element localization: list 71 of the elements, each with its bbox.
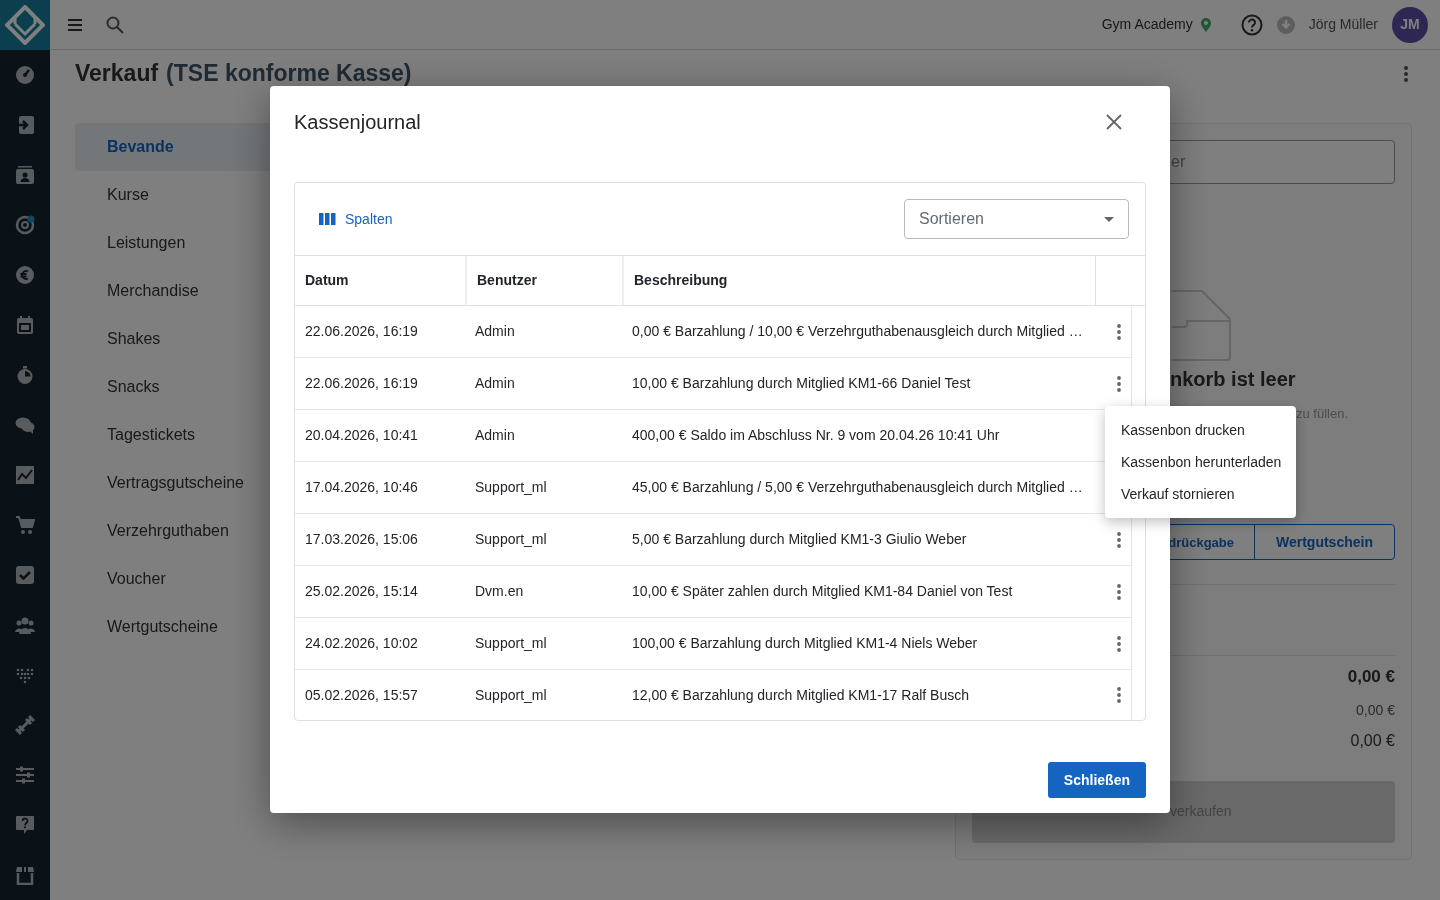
- columns-icon: [319, 213, 336, 225]
- table-cell: 25.02.2026, 15:14: [295, 566, 465, 618]
- table-cell: 20.04.2026, 10:41: [295, 410, 465, 462]
- close-dialog-button[interactable]: Schließen: [1047, 762, 1146, 798]
- studio-name[interactable]: Gym Academy: [1101, 14, 1193, 35]
- sort-select[interactable]: Sortieren: [904, 199, 1129, 239]
- chat-icon[interactable]: [15, 415, 35, 435]
- question-bubble-icon[interactable]: [15, 815, 35, 835]
- table-cell: Support_ml: [465, 514, 622, 566]
- user-avatar[interactable]: JM: [1392, 6, 1428, 43]
- user-name: Jörg Müller: [1308, 15, 1378, 34]
- table-cell: Support_ml: [465, 618, 622, 670]
- table-cell: 10,00 € Später zahlen durch Mitglied KM1-84 Daniel von Test: [622, 566, 1095, 618]
- dialog-title: Kassenjournal: [294, 110, 421, 135]
- table-cell: Admin: [465, 410, 622, 462]
- store-icon[interactable]: [15, 865, 35, 885]
- table-cell-text: 05.02.2026, 15:57: [304, 685, 419, 705]
- page-title: Verkauf: [75, 58, 159, 88]
- row-actions-button[interactable]: [1117, 531, 1121, 548]
- gauge-icon[interactable]: [15, 65, 35, 85]
- columns-button[interactable]: Spalten: [319, 204, 393, 234]
- row-actions-button[interactable]: [1117, 635, 1121, 652]
- table-cell: 400,00 € Saldo im Abschluss Nr. 9 vom 20.04.26 10:41 Uhr: [622, 410, 1095, 462]
- table-cell: Admin: [465, 306, 622, 358]
- checkbox-icon[interactable]: [15, 565, 35, 585]
- empty-box-icon: [1170, 288, 1232, 361]
- page-subtitle: (TSE konforme Kasse): [166, 58, 412, 88]
- table-cell: 22.06.2026, 16:19: [295, 306, 465, 358]
- table-cell: 45,00 € Barzahlung / 5,00 € Verzehrguthabenausgleich durch Mitglied …: [622, 462, 1095, 514]
- help-button[interactable]: [1240, 12, 1263, 37]
- column-header[interactable]: Beschreibung: [622, 256, 1095, 306]
- calendar-icon[interactable]: [15, 315, 35, 335]
- table-cell: 17.04.2026, 10:46: [295, 462, 465, 514]
- table-cell: 5,00 € Barzahlung durch Mitglied KM1-3 Giulio Weber: [622, 514, 1095, 566]
- table-cell: 22.06.2026, 16:19: [295, 358, 465, 410]
- table-cell-text: Support_ml: [474, 685, 548, 705]
- cart-icon[interactable]: [15, 515, 35, 535]
- caret-icon: [1104, 216, 1114, 222]
- total-amount: 0,00 €: [1350, 730, 1395, 751]
- cart-option-button[interactable]: Wertgutschein: [1254, 524, 1395, 561]
- empty-cart-title: nkorb ist leer: [1170, 367, 1296, 390]
- total-amount: 0,00 €: [1356, 700, 1395, 720]
- table-cell-text: 12,00 € Barzahlung durch Mitglied KM1-17 Ralf Busch: [631, 685, 970, 705]
- contact-card-icon[interactable]: [15, 165, 35, 185]
- row-actions-button[interactable]: [1117, 375, 1121, 392]
- column-header[interactable]: Datum: [295, 256, 465, 306]
- table-cell: Support_ml: [465, 462, 622, 514]
- table-cell: 0,00 € Barzahlung / 10,00 € Verzehrguthabenausgleich durch Mitglied …: [622, 306, 1095, 358]
- menu-item[interactable]: Kassenbon herunterladen: [1105, 446, 1296, 478]
- location-pin-icon: [1200, 17, 1211, 32]
- row-actions-button[interactable]: [1117, 687, 1121, 703]
- dumbbell-icon[interactable]: [15, 715, 35, 735]
- menu-item[interactable]: Kassenbon drucken: [1105, 414, 1296, 446]
- table-cell: Admin: [465, 358, 622, 410]
- app-logo[interactable]: [5, 5, 45, 45]
- target-icon[interactable]: [15, 215, 35, 235]
- total-amount: 0,00 €: [1347, 666, 1395, 689]
- column-header[interactable]: Benutzer: [465, 256, 622, 306]
- table-cell: 100,00 € Barzahlung durch Mitglied KM1-4 Niels Weber: [622, 618, 1095, 670]
- table-cell: 10,00 € Barzahlung durch Mitglied KM1-66 Daniel Test: [622, 358, 1095, 410]
- row-actions-button[interactable]: [1117, 323, 1121, 340]
- table-cell: Dvm.en: [465, 566, 622, 618]
- sliders-icon[interactable]: [15, 765, 35, 785]
- row-actions-button[interactable]: [1117, 583, 1121, 600]
- chart-icon[interactable]: [15, 465, 35, 485]
- table-cell: 17.03.2026, 15:06: [295, 514, 465, 566]
- menu-item[interactable]: Verkauf stornieren: [1105, 478, 1296, 510]
- stopwatch-icon[interactable]: [15, 365, 35, 385]
- table-cell: 24.02.2026, 10:02: [295, 618, 465, 670]
- euro-icon[interactable]: [15, 265, 35, 285]
- group-icon[interactable]: [15, 615, 35, 635]
